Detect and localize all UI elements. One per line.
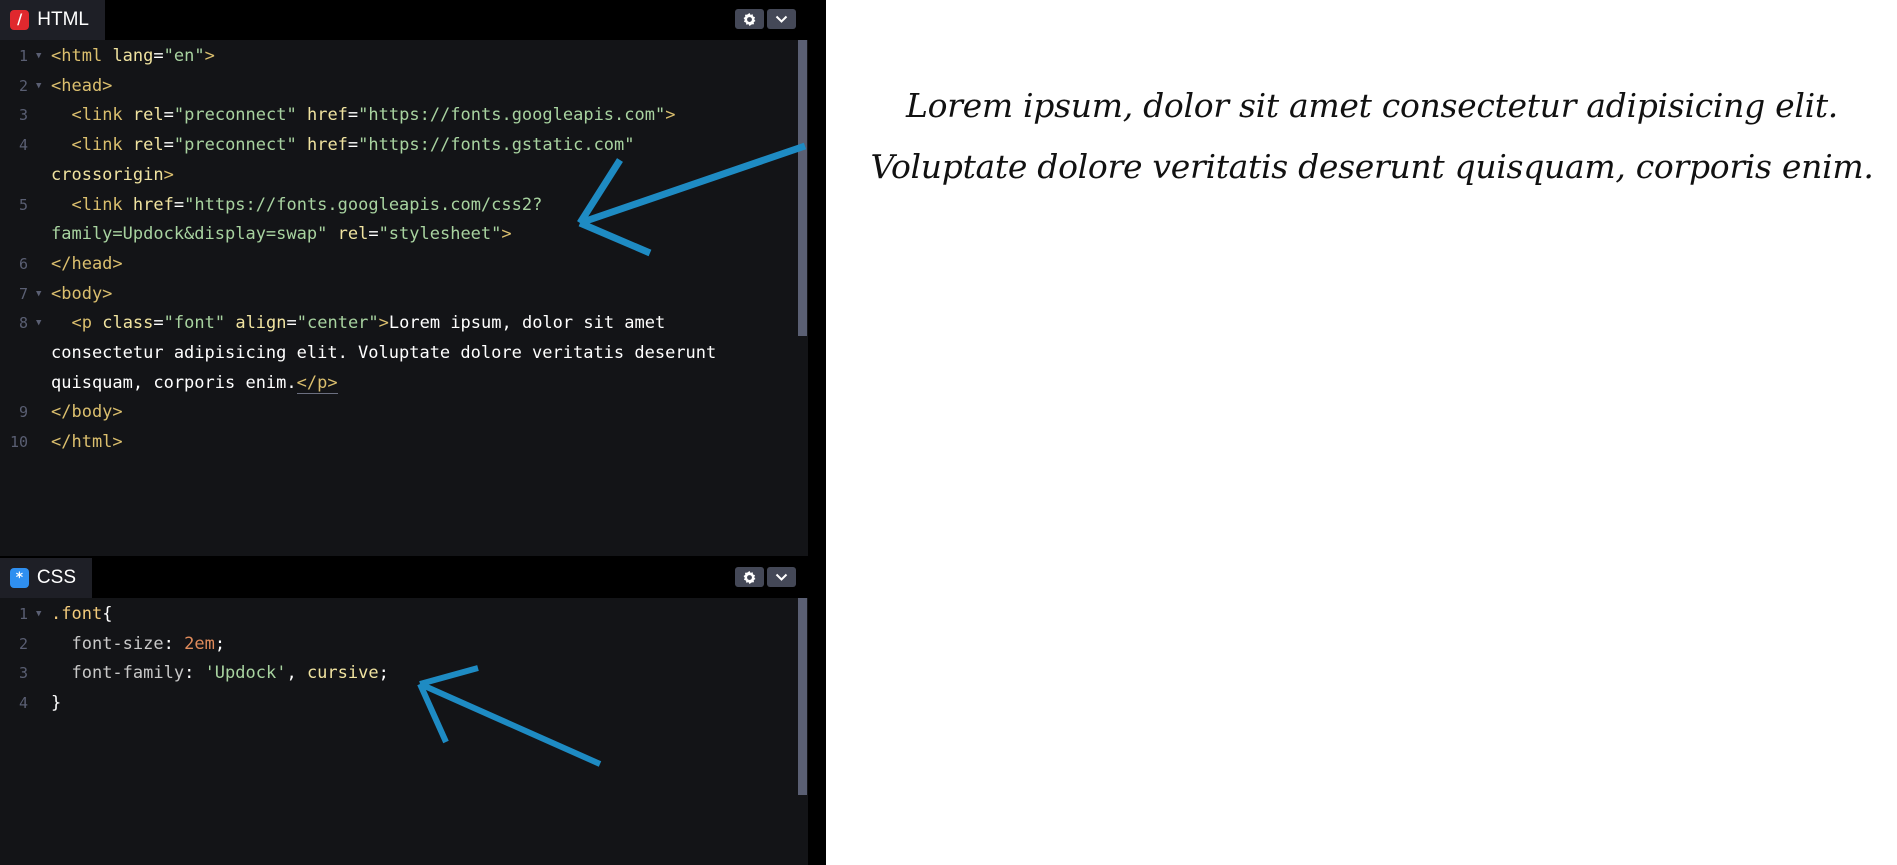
html-editor-pane: / HTML 1 ▼ <html lang="en"> 2 ▼ <head> 3 <link…	[0, 0, 808, 556]
preview-paragraph: Lorem ipsum, dolor sit amet consectetur …	[870, 86, 1874, 186]
code-line: .font{	[51, 604, 113, 624]
css-editor-pane: * CSS 1 ▼ .font{ 2 font-size: 2em; 3 font-fa…	[0, 558, 808, 865]
html-code-editor[interactable]: 1 ▼ <html lang="en"> 2 ▼ <head> 3 <link rel="p…	[0, 40, 808, 556]
css-tab-label: CSS	[36, 567, 76, 588]
line-number: 7	[18, 284, 28, 303]
line-number: 2	[18, 634, 28, 653]
code-line: <link rel="preconnect" href="https://fon…	[71, 105, 676, 126]
fold-toggle-icon[interactable]: ▼	[36, 81, 41, 91]
code-line: font-family: 'Updock', cursive;	[71, 663, 389, 684]
fold-toggle-icon[interactable]: ▼	[36, 318, 41, 328]
editor-area: / HTML 1 ▼ <html lang="en"> 2 ▼ <head> 3 <link…	[0, 0, 808, 865]
css-logo-icon: *	[10, 568, 29, 588]
line-number: 2	[18, 76, 28, 95]
css-scrollbar[interactable]	[798, 598, 807, 795]
gear-icon	[743, 570, 756, 584]
code-line: font-size: 2em;	[71, 633, 226, 654]
code-line: quisquam, corporis enim.</p>	[51, 372, 338, 394]
line-number: 6	[18, 254, 28, 273]
code-line: <head>	[51, 75, 113, 96]
gear-icon	[743, 12, 756, 26]
html-tab-label: HTML	[37, 9, 89, 30]
code-line: <p class="font" align="center">Lorem ips…	[71, 313, 666, 334]
css-settings-button[interactable]	[735, 567, 764, 587]
html-scrollbar[interactable]	[798, 40, 807, 336]
fold-toggle-icon[interactable]: ▼	[36, 51, 41, 61]
line-number: 3	[18, 106, 28, 125]
css-collapse-button[interactable]	[767, 567, 796, 587]
css-tab[interactable]: * CSS	[0, 558, 92, 598]
code-line: </head>	[51, 253, 123, 274]
code-line: </html>	[51, 432, 123, 453]
line-number: 3	[18, 664, 28, 683]
code-line: <link rel="preconnect" href="https://fon…	[71, 135, 635, 156]
line-number: 9	[18, 403, 28, 422]
css-pane-controls	[735, 567, 796, 587]
html-pane-header: / HTML	[0, 0, 808, 40]
code-line: }	[51, 693, 62, 714]
code-line: </body>	[51, 402, 123, 423]
code-line: <html lang="en">	[51, 46, 215, 66]
line-number: 10	[9, 433, 28, 452]
result-preview: Lorem ipsum, dolor sit amet consectetur …	[826, 0, 1897, 865]
line-number: 1	[18, 47, 28, 65]
html-settings-button[interactable]	[735, 9, 764, 29]
html-tab[interactable]: / HTML	[0, 0, 105, 40]
html-pane-controls	[735, 9, 796, 29]
css-pane-header: * CSS	[0, 558, 808, 598]
code-line: <link href="https://fonts.googleapis.com…	[71, 194, 543, 215]
line-number: 5	[18, 195, 28, 214]
fold-toggle-icon[interactable]: ▼	[36, 289, 41, 299]
line-number: 8	[18, 314, 28, 333]
css-code-editor[interactable]: 1 ▼ .font{ 2 font-size: 2em; 3 font-family: …	[0, 598, 808, 865]
code-line: family=Updock&display=swap" rel="stylesh…	[51, 224, 512, 245]
html-logo-icon: /	[10, 10, 30, 30]
chevron-down-icon	[775, 573, 788, 581]
code-line: <body>	[51, 283, 113, 304]
fold-toggle-icon[interactable]: ▼	[36, 609, 41, 619]
html-collapse-button[interactable]	[767, 9, 796, 29]
line-number: 4	[18, 694, 28, 713]
line-number: 1	[18, 605, 28, 623]
code-line: crossorigin>	[51, 164, 174, 185]
line-number: 4	[18, 136, 28, 155]
chevron-down-icon	[775, 15, 788, 23]
code-line: consectetur adipisicing elit. Voluptate …	[51, 343, 717, 363]
